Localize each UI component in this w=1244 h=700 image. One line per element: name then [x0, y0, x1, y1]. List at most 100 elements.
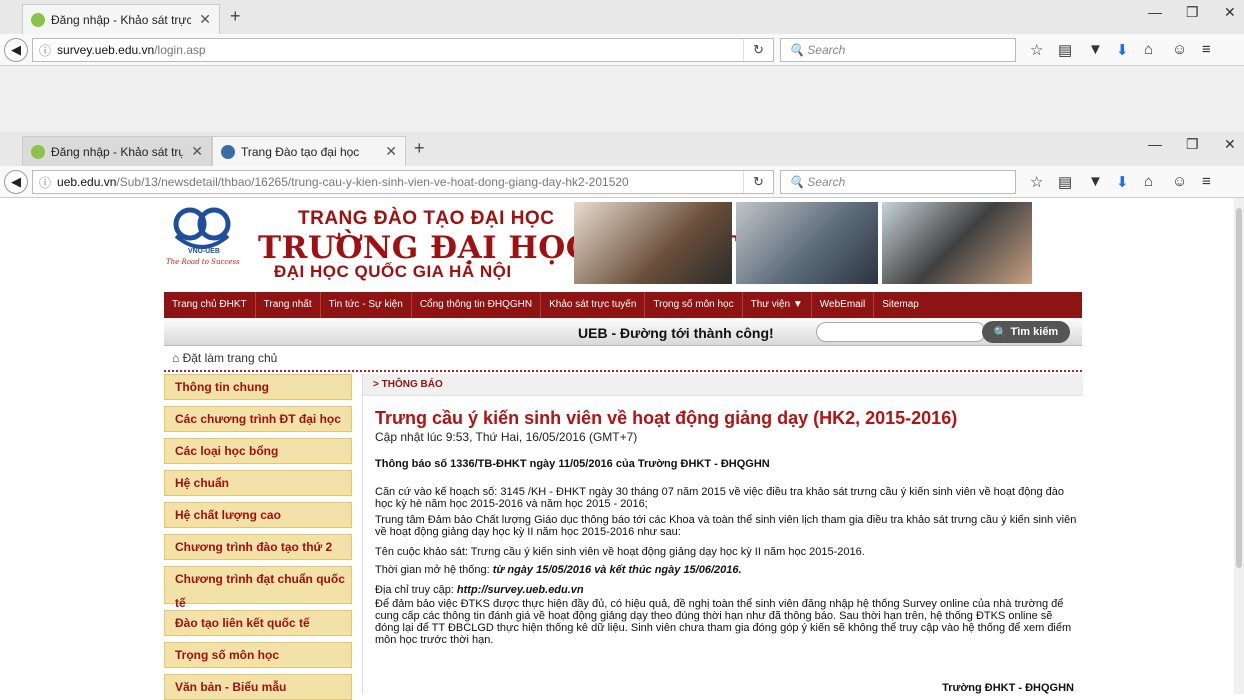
vertical-scrollbar[interactable] — [1234, 198, 1244, 694]
photo-ceremony — [882, 202, 1032, 284]
tab-title: Trang Đào tạo đại học — [241, 144, 360, 159]
tab-title: Đăng nhập - Khảo sát trực... — [51, 12, 192, 27]
home-icon: ⌂ — [172, 351, 183, 365]
photo-classroom — [574, 202, 732, 284]
new-tab-icon[interactable]: + — [414, 138, 425, 159]
schedule-value: từ ngày 15/05/2016 và kết thúc ngày 15/0… — [492, 564, 742, 576]
sidebar-item[interactable]: Đào tạo liên kết quốc tế — [164, 610, 352, 636]
article-paragraph: Địa chỉ truy cập: http://survey.ueb.edu.… — [375, 584, 1077, 596]
set-homepage-label: Đặt làm trang chủ — [182, 351, 278, 365]
home-icon[interactable]: ⌂ — [1144, 41, 1153, 58]
menu-item[interactable]: Trọng số môn học — [645, 292, 743, 318]
slogan-bar: UEB - Đường tới thành công! 🔍 Tìm kiếm — [164, 318, 1082, 346]
article-paragraph: Tên cuộc khảo sát: Trưng cầu ý kiến sinh… — [375, 546, 865, 558]
bookmark-star-icon[interactable]: ☆ — [1030, 173, 1043, 191]
web-page: VNU-UEB The Road to Success TRANG ĐÀO TẠ… — [0, 198, 1244, 700]
pocket-icon[interactable]: ▼ — [1088, 173, 1103, 190]
menu-item[interactable]: Khảo sát trực tuyến — [541, 292, 646, 318]
article-signature: Trường ĐHKT - ĐHQGHN — [942, 682, 1074, 694]
bookmark-star-icon[interactable]: ☆ — [1030, 41, 1043, 59]
search-icon: 🔍 — [789, 175, 808, 189]
sidebar-item[interactable]: Các chương trình ĐT đại học — [164, 406, 352, 432]
sidebar-item[interactable]: Trọng số môn học — [164, 642, 352, 668]
reading-list-icon[interactable]: ▤ — [1058, 173, 1072, 191]
divider — [164, 370, 1082, 372]
address-bar[interactable]: ⓘ ueb.edu.vn/Sub/13/newsdetail/thbao/162… — [32, 170, 774, 194]
set-homepage-link[interactable]: ⌂ Đặt làm trang chủ — [172, 351, 277, 365]
sidebar-item[interactable]: Các loại học bổng — [164, 438, 352, 464]
back-icon[interactable]: ◀ — [4, 38, 28, 62]
close-window-icon[interactable]: ✕ — [1224, 136, 1236, 153]
breadcrumb-link[interactable]: > THÔNG BÁO — [373, 379, 443, 390]
site-search-button[interactable]: 🔍 Tìm kiếm — [982, 321, 1070, 343]
tab-title: Đăng nhập - Khảo sát trực... — [51, 144, 184, 159]
reload-icon[interactable]: ↻ — [743, 39, 773, 61]
close-icon[interactable]: ✕ — [191, 143, 203, 160]
search-input[interactable]: 🔍 Search — [780, 38, 1016, 62]
logo-caption: VNU-UEB — [188, 248, 220, 255]
sidebar-item[interactable]: Hệ chuẩn — [164, 470, 352, 496]
tab-survey-login[interactable]: Đăng nhập - Khảo sát trực... ✕ — [22, 4, 220, 34]
pocket-icon[interactable]: ▼ — [1088, 41, 1103, 58]
new-tab-icon[interactable]: + — [230, 6, 241, 27]
access-label: Địa chỉ truy cập: — [375, 584, 457, 596]
url-domain: ueb.edu.vn — [57, 175, 117, 189]
tab-dao-tao[interactable]: Trang Đào tạo đại học ✕ — [212, 136, 406, 166]
sidebar-item[interactable]: Văn bản - Biểu mẫu — [164, 674, 352, 700]
slogan: UEB - Đường tới thành công! — [578, 325, 774, 341]
url-path: /login.asp — [154, 43, 206, 57]
home-icon[interactable]: ⌂ — [1144, 173, 1153, 190]
menu-icon[interactable]: ≡ — [1202, 173, 1211, 190]
close-window-icon[interactable]: ✕ — [1224, 4, 1236, 21]
smiley-icon[interactable]: ☺ — [1172, 41, 1187, 58]
sidebar-item[interactable]: Chương trình đạt chuẩn quốc tế — [164, 566, 352, 610]
menu-item[interactable]: Thư viện ▼ — [743, 292, 812, 318]
menu-item[interactable]: WebEmail — [812, 292, 875, 318]
minimize-icon[interactable]: — — [1148, 4, 1162, 20]
photo-lecturer — [736, 202, 878, 284]
menu-item[interactable]: Trang chủ ĐHKT — [164, 292, 256, 318]
info-icon[interactable]: ⓘ — [39, 174, 51, 191]
access-url[interactable]: http://survey.ueb.edu.vn — [457, 584, 584, 596]
reload-icon[interactable]: ↻ — [743, 171, 773, 193]
article-title: Trưng cầu ý kiến sinh viên về hoạt động … — [375, 408, 958, 428]
close-icon[interactable]: ✕ — [385, 143, 397, 160]
article-date: Cập nhật lúc 9:53, Thứ Hai, 16/05/2016 (… — [375, 430, 638, 444]
nav-bar-2: ◀ ⓘ ueb.edu.vn/Sub/13/newsdetail/thbao/1… — [0, 166, 1244, 198]
tab-strip: Đăng nhập - Khảo sát trực... ✕ + — ❐ ✕ — [0, 0, 1244, 34]
address-bar[interactable]: ⓘ survey.ueb.edu.vn/login.asp ↻ — [32, 38, 774, 62]
site-search-input[interactable] — [816, 322, 986, 342]
close-icon[interactable]: ✕ — [199, 11, 211, 28]
download-icon[interactable]: ⬇ — [1116, 173, 1129, 191]
menu-icon[interactable]: ≡ — [1202, 41, 1211, 58]
minimize-icon[interactable]: — — [1148, 136, 1162, 152]
header-line-1: TRANG ĐÀO TẠO ĐẠI HỌC — [298, 208, 555, 229]
page-favicon-icon — [31, 144, 45, 159]
restore-icon[interactable]: ❐ — [1186, 4, 1199, 21]
sidebar-item[interactable]: Chương trình đào tạo thứ 2 — [164, 534, 352, 560]
menu-item[interactable]: Trang nhất — [256, 292, 321, 318]
reading-list-icon[interactable]: ▤ — [1058, 41, 1072, 59]
article-paragraph: Để đảm bảo việc ĐTKS được thực hiện đầy … — [375, 598, 1072, 646]
article-notice: Thông báo số 1336/TB-ĐHKT ngày 11/05/201… — [375, 458, 770, 470]
sidebar-item[interactable]: Thông tin chung — [164, 374, 352, 400]
menu-item[interactable]: Sitemap — [874, 292, 927, 318]
download-icon[interactable]: ⬇ — [1116, 41, 1129, 59]
article-paragraph: Trung tâm Đảm bảo Chất lượng Giáo dục th… — [375, 514, 1077, 538]
menu-item[interactable]: Tin tức - Sự kiện — [321, 292, 412, 318]
menu-item[interactable]: Cổng thông tin ĐHQGHN — [412, 292, 542, 318]
search-icon: 🔍 — [789, 43, 808, 57]
site-search-label: Tìm kiếm — [1010, 326, 1059, 338]
search-placeholder: Search — [807, 43, 846, 57]
search-input[interactable]: 🔍 Search — [780, 170, 1016, 194]
breadcrumb: > THÔNG BÁO — [363, 374, 1083, 396]
info-icon[interactable]: ⓘ — [39, 42, 51, 59]
scrollbar-thumb[interactable] — [1236, 208, 1242, 568]
search-icon: 🔍 — [993, 326, 1011, 339]
sidebar-item[interactable]: Hệ chất lượng cao — [164, 502, 352, 528]
smiley-icon[interactable]: ☺ — [1172, 173, 1187, 190]
site-logo[interactable]: VNU-UEB The Road to Success — [164, 206, 254, 274]
tab-survey-login[interactable]: Đăng nhập - Khảo sát trực... ✕ — [22, 136, 212, 166]
restore-icon[interactable]: ❐ — [1186, 136, 1199, 153]
back-icon[interactable]: ◀ — [4, 170, 28, 194]
